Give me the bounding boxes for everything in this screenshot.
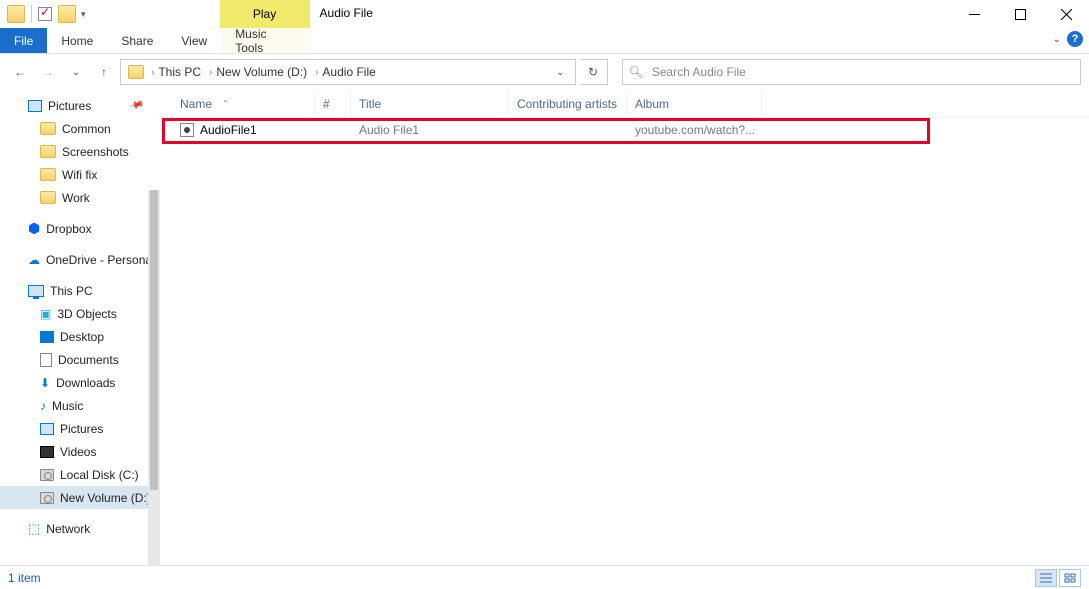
folder-icon xyxy=(40,145,56,158)
sidebar-item-wifi[interactable]: Wifi fix xyxy=(0,163,160,186)
sidebar-item-common[interactable]: Common xyxy=(0,117,160,140)
refresh-button[interactable]: ↻ xyxy=(580,59,608,85)
qat-dropdown-icon[interactable]: ▾ xyxy=(81,9,86,20)
thispc-icon xyxy=(28,285,44,297)
close-button[interactable] xyxy=(1043,0,1089,28)
sidebar-item-pictures[interactable]: Pictures📌 xyxy=(0,94,160,117)
sidebar-item-documents[interactable]: Documents xyxy=(0,348,160,371)
dropbox-icon: ⬢ xyxy=(28,220,40,237)
sidebar-item-localc[interactable]: Local Disk (C:) xyxy=(0,463,160,486)
column-album[interactable]: Album xyxy=(627,90,762,117)
column-contributing[interactable]: Contributing artists xyxy=(509,90,627,117)
nav-back-button[interactable]: ← xyxy=(8,60,32,84)
breadcrumb-leaf[interactable]: Audio File xyxy=(322,65,375,79)
minimize-button[interactable] xyxy=(951,0,997,28)
breadcrumb-root[interactable]: This PC xyxy=(158,65,201,79)
navigation-pane[interactable]: Pictures📌 Common Screenshots Wifi fix Wo… xyxy=(0,90,160,565)
view-large-button[interactable] xyxy=(1059,569,1081,587)
disk-icon xyxy=(40,492,54,504)
file-name: AudioFile1 xyxy=(200,123,257,137)
file-album: youtube.com/watch?... xyxy=(627,123,762,137)
sidebar-item-videos[interactable]: Videos xyxy=(0,440,160,463)
sidebar-item-thispc[interactable]: This PC xyxy=(0,279,160,302)
sidebar-item-work[interactable]: Work xyxy=(0,186,160,209)
view-details-button[interactable] xyxy=(1035,569,1057,587)
search-icon: 🔍︎ xyxy=(629,65,644,79)
pictures-icon xyxy=(40,423,54,435)
new-folder-icon[interactable] xyxy=(58,5,76,23)
tab-home[interactable]: Home xyxy=(47,28,107,53)
folder-icon xyxy=(40,122,56,135)
address-bar[interactable]: ›This PC ›New Volume (D:) ›Audio File ⌄ xyxy=(120,59,576,85)
folder-icon xyxy=(40,191,56,204)
search-input[interactable]: 🔍︎ Search Audio File xyxy=(622,59,1082,85)
tab-music-tools[interactable]: Music Tools xyxy=(221,28,311,53)
maximize-button[interactable] xyxy=(997,0,1043,28)
sidebar-item-downloads[interactable]: ⬇Downloads xyxy=(0,371,160,394)
folder-icon xyxy=(128,65,144,79)
videos-icon xyxy=(40,446,54,458)
breadcrumb-volume[interactable]: New Volume (D:) xyxy=(216,65,307,79)
sidebar-item-3dobjects[interactable]: ▣3D Objects xyxy=(0,302,160,325)
sidebar-item-music[interactable]: ♪Music xyxy=(0,394,160,417)
search-placeholder: Search Audio File xyxy=(652,65,746,79)
sidebar-item-newvolume[interactable]: New Volume (D:) xyxy=(0,486,160,509)
column-name[interactable]: Name⌃ xyxy=(172,90,315,117)
sidebar-item-dropbox[interactable]: ⬢Dropbox xyxy=(0,217,160,240)
quick-access-toolbar: ▾ xyxy=(0,0,90,28)
column-headers: Name⌃ # Title Contributing artists Album xyxy=(160,90,1089,118)
column-title[interactable]: Title xyxy=(351,90,509,117)
sidebar-item-pictures2[interactable]: Pictures xyxy=(0,417,160,440)
onedrive-icon: ☁ xyxy=(28,253,40,267)
audio-file-icon xyxy=(180,123,194,137)
sidebar-item-onedrive[interactable]: ☁OneDrive - Personal xyxy=(0,248,160,271)
scrollbar-thumb[interactable] xyxy=(150,190,158,490)
3d-icon: ▣ xyxy=(40,307,51,321)
disk-icon xyxy=(40,469,54,481)
pin-icon: 📌 xyxy=(128,98,144,114)
file-title: Audio File1 xyxy=(351,123,509,137)
address-dropdown-icon[interactable]: ⌄ xyxy=(550,67,570,78)
documents-icon xyxy=(40,353,52,367)
tab-view[interactable]: View xyxy=(167,28,221,53)
network-icon: ⬚ xyxy=(28,521,40,537)
sidebar-item-network[interactable]: ⬚Network xyxy=(0,517,160,540)
nav-up-button[interactable]: ↑ xyxy=(92,60,116,84)
file-list-pane: Name⌃ # Title Contributing artists Album… xyxy=(160,90,1089,565)
folder-icon[interactable] xyxy=(7,5,25,23)
nav-recent-dropdown[interactable]: ⌄ xyxy=(64,60,88,84)
context-tab-label: Play xyxy=(220,7,310,21)
sidebar-item-screenshots[interactable]: Screenshots xyxy=(0,140,160,163)
downloads-icon: ⬇ xyxy=(40,376,50,390)
column-number[interactable]: # xyxy=(315,90,351,117)
desktop-icon xyxy=(40,331,54,343)
sort-indicator-icon: ⌃ xyxy=(222,99,229,108)
pictures-icon xyxy=(28,100,42,112)
window-title: Audio File xyxy=(310,0,383,28)
contextual-tab-header: Play xyxy=(220,0,310,28)
folder-icon xyxy=(40,168,56,181)
item-count: 1 item xyxy=(8,571,41,585)
tab-file[interactable]: File xyxy=(0,28,47,53)
status-bar: 1 item xyxy=(0,565,1089,589)
music-icon: ♪ xyxy=(40,399,46,413)
ribbon-expand-icon[interactable]: ⌄ xyxy=(1053,34,1061,45)
file-row[interactable]: AudioFile1 Audio File1 youtube.com/watch… xyxy=(160,118,1089,142)
sidebar-item-desktop[interactable]: Desktop xyxy=(0,325,160,348)
tab-share[interactable]: Share xyxy=(107,28,167,53)
nav-forward-button[interactable]: → xyxy=(36,60,60,84)
separator xyxy=(31,5,32,23)
properties-icon[interactable] xyxy=(38,7,52,21)
help-icon[interactable]: ? xyxy=(1067,31,1083,47)
